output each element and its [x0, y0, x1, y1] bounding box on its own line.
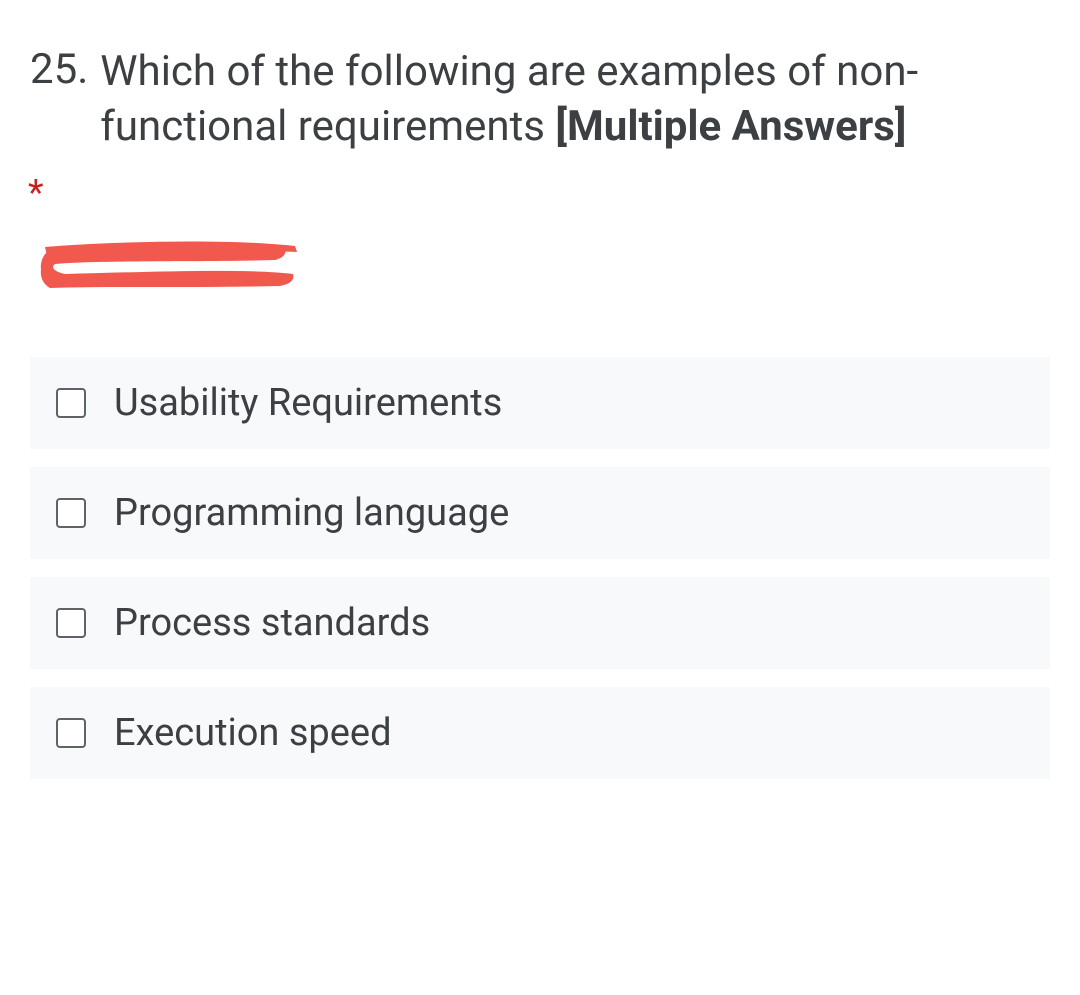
option-label: Usability Requirements [114, 381, 502, 425]
option-label: Process standards [114, 601, 430, 645]
checkbox-icon[interactable] [56, 498, 86, 528]
option-row[interactable]: Programming language [30, 467, 1050, 559]
options-list: Usability Requirements Programming langu… [30, 357, 1050, 779]
checkbox-icon[interactable] [56, 388, 86, 418]
question-text-hint: [Multiple Answers] [555, 102, 906, 151]
checkbox-icon[interactable] [56, 608, 86, 638]
checkbox-icon[interactable] [56, 718, 86, 748]
option-row[interactable]: Usability Requirements [30, 357, 1050, 449]
option-label: Programming language [114, 491, 509, 535]
required-marker: * [28, 172, 1050, 214]
question-text: Which of the following are examples of n… [100, 45, 1050, 154]
question-number: 25. [30, 45, 88, 94]
option-label: Execution speed [114, 711, 392, 755]
question-header: 25. Which of the following are examples … [30, 45, 1050, 154]
option-row[interactable]: Process standards [30, 577, 1050, 669]
redaction-annotation [25, 232, 1050, 307]
option-row[interactable]: Execution speed [30, 687, 1050, 779]
